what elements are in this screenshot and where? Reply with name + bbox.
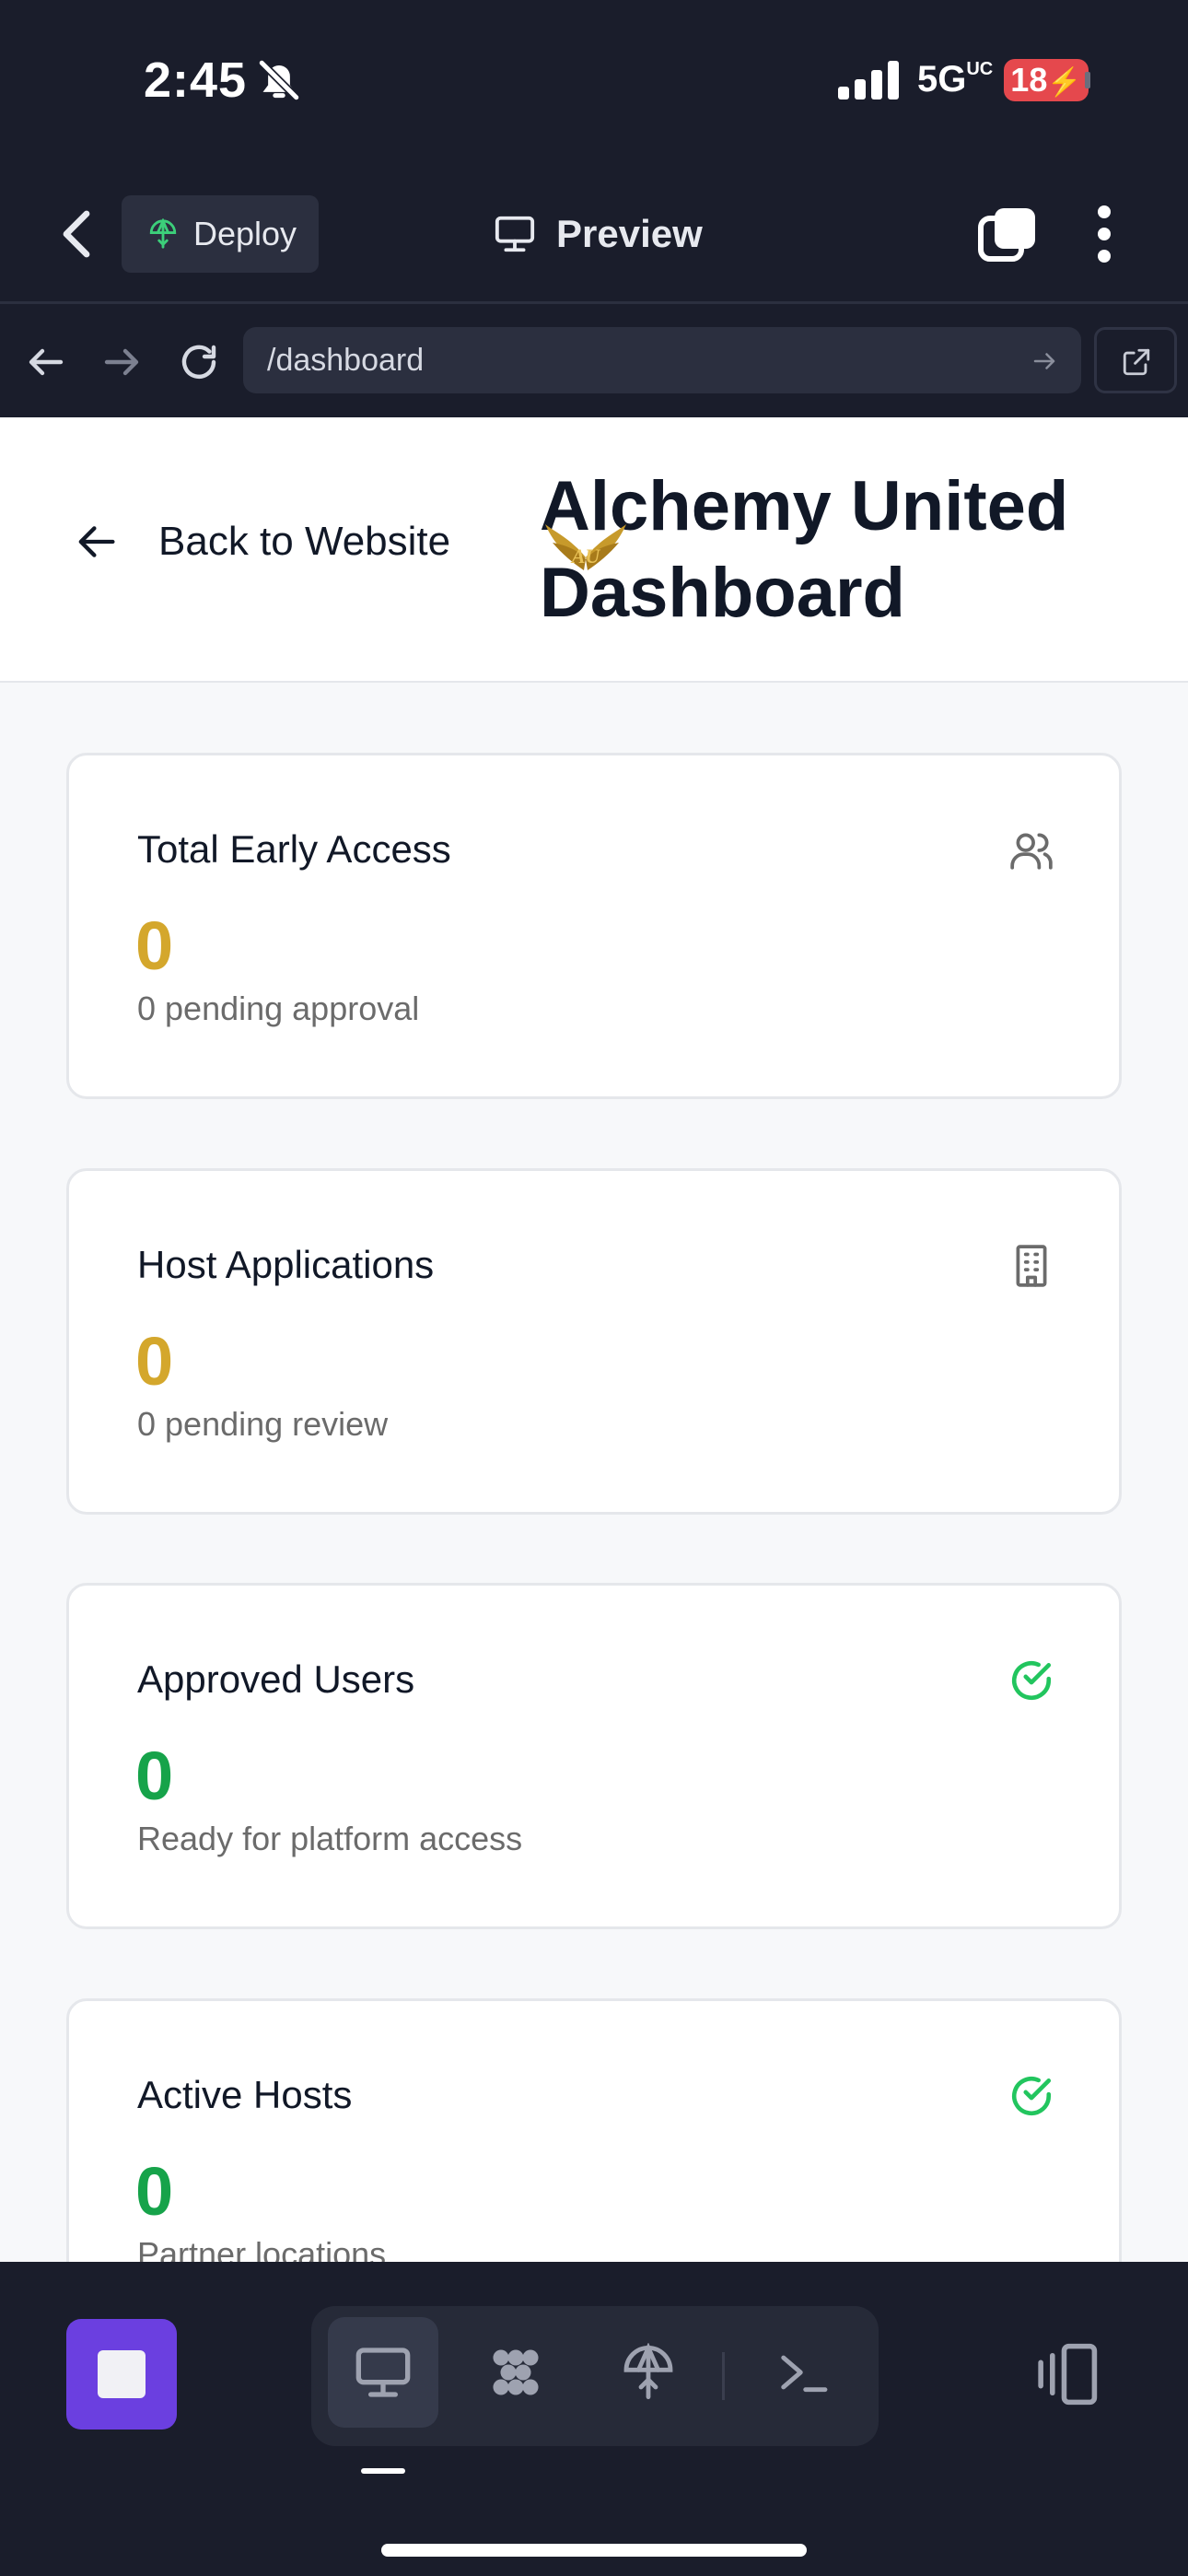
deploy-icon <box>149 218 177 249</box>
open-external-button[interactable] <box>1094 327 1177 393</box>
stat-card-approved-users: Approved Users 0 Ready for platform acce… <box>66 1583 1122 1929</box>
preview-title: Preview <box>494 206 703 262</box>
bell-slash-icon <box>258 59 300 101</box>
check-circle-icon <box>1012 1660 1052 1701</box>
building-icon <box>1016 1245 1047 1287</box>
stop-icon <box>98 2350 146 2398</box>
card-subtitle: 0 pending approval <box>137 989 420 1027</box>
battery-indicator: 18⚡ <box>1004 59 1089 101</box>
card-subtitle: 0 pending review <box>137 1405 389 1443</box>
brand-line-1: Alchemy United <box>540 467 1069 545</box>
deploy-label: Deploy <box>193 215 297 252</box>
card-value: 0 <box>135 907 174 984</box>
users-icon <box>1010 833 1053 870</box>
au-wings-logo: AU <box>545 524 626 570</box>
tabs-icon[interactable] <box>978 206 1037 262</box>
check-circle-icon <box>1012 2076 1052 2116</box>
workflow-icon <box>493 2349 539 2395</box>
battery-cap <box>1085 72 1090 88</box>
stat-card-active-hosts: Active Hosts 0 Partner locations <box>66 1998 1122 2262</box>
back-to-website-link[interactable]: Back to Website <box>77 519 450 565</box>
status-bar: 2:45 5GUC 18⚡ <box>0 0 1188 166</box>
card-value: 0 <box>135 1323 174 1399</box>
webview: Back to Website Alchemy United Dashboard… <box>0 417 1188 2262</box>
back-to-website-label: Back to Website <box>158 519 451 564</box>
card-title: Host Applications <box>137 1243 435 1286</box>
devices-icon[interactable] <box>1031 2339 1101 2409</box>
arrow-right-icon[interactable] <box>99 340 144 384</box>
url-bar: /dashboard <box>0 307 1188 417</box>
kebab-menu-icon[interactable] <box>1092 205 1116 263</box>
card-title: Active Hosts <box>137 2073 353 2116</box>
deploy-button[interactable]: Deploy <box>122 195 319 273</box>
preview-monitor-icon <box>355 2348 411 2397</box>
site-header: Back to Website Alchemy United Dashboard… <box>0 417 1188 683</box>
dashboard-title: Alchemy United Dashboard <box>540 463 1147 637</box>
tool-workflows[interactable] <box>460 2317 571 2428</box>
tool-shell[interactable] <box>748 2317 858 2428</box>
tool-preview[interactable] <box>328 2317 438 2428</box>
stat-card-host-applications: Host Applications 0 0 pending review <box>66 1168 1122 1515</box>
tool-switcher <box>311 2306 879 2446</box>
go-arrow-icon[interactable] <box>1030 347 1059 375</box>
card-subtitle: Ready for platform access <box>137 1820 523 1857</box>
url-input[interactable]: /dashboard <box>243 327 1081 393</box>
chevron-left-icon[interactable] <box>59 208 96 260</box>
brand-line-2: Dashboard <box>540 554 905 632</box>
preview-title-text: Preview <box>556 212 703 255</box>
home-indicator <box>381 2544 807 2557</box>
bottom-dock <box>0 2262 1188 2576</box>
url-text: /dashboard <box>267 342 425 378</box>
stop-button[interactable] <box>66 2319 177 2430</box>
arrow-left-icon <box>78 526 115 557</box>
tool-deployments[interactable] <box>593 2317 704 2428</box>
status-time: 2:45 <box>144 53 248 108</box>
app-header: Deploy Preview <box>0 166 1188 304</box>
tool-separator <box>722 2352 725 2400</box>
terminal-icon <box>781 2355 828 2393</box>
active-tool-indicator <box>361 2468 405 2474</box>
charging-icon: ⚡ <box>1047 67 1082 98</box>
reload-icon[interactable] <box>177 340 221 384</box>
stat-card-early-access: Total Early Access 0 0 pending approval <box>66 753 1122 1099</box>
monitor-icon <box>495 216 535 252</box>
signal-icon <box>838 61 899 100</box>
card-subtitle: Partner locations <box>137 2235 387 2262</box>
card-title: Total Early Access <box>137 827 451 871</box>
card-value: 0 <box>135 2153 174 2230</box>
external-link-icon <box>1123 348 1150 376</box>
arrow-left-icon[interactable] <box>24 340 68 384</box>
network-label: 5GUC <box>917 59 994 100</box>
card-title: Approved Users <box>137 1657 415 1701</box>
svg-text:AU: AU <box>570 544 601 568</box>
card-value: 0 <box>135 1738 174 1814</box>
deploy-antenna-icon <box>623 2343 673 2400</box>
